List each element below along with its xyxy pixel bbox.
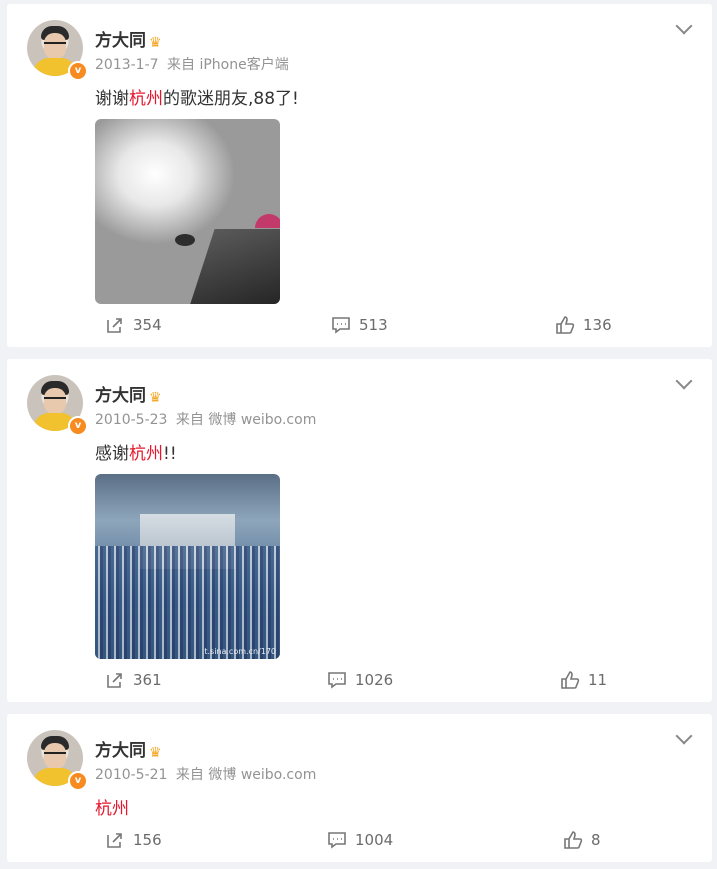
like-count: 11 <box>588 671 608 689</box>
repost-icon <box>107 833 122 848</box>
post-card: v 方大同 ♛ 2010-5-23 来自 微博 weibo.com 感谢杭州!! … <box>7 359 712 702</box>
like-icon <box>561 671 580 689</box>
post-source: 来自 微博 weibo.com <box>175 412 317 428</box>
post-meta: 2010-5-21 来自 微博 weibo.com <box>95 764 316 784</box>
post-actions: 354 513 136 <box>7 315 712 339</box>
post-source: 来自 微博 weibo.com <box>175 767 317 783</box>
repost-count: 156 <box>133 831 162 849</box>
repost-icon <box>107 673 122 688</box>
like-icon <box>564 831 583 849</box>
post-card: v 方大同 ♛ 2013-1-7 来自 iPhone客户端 谢谢杭州的歌迷朋友,8… <box>7 4 712 347</box>
post-text: 感谢杭州!! <box>95 444 177 464</box>
post-meta: 2010-5-23 来自 微博 weibo.com <box>95 409 316 429</box>
topic-link[interactable]: 杭州 <box>129 89 163 109</box>
post-text: 谢谢杭州的歌迷朋友,88了! <box>95 89 299 109</box>
like-count: 8 <box>591 831 601 849</box>
comment-button[interactable]: 513 <box>331 315 388 335</box>
verified-icon: v <box>68 416 88 436</box>
repost-count: 361 <box>133 671 162 689</box>
crown-icon: ♛ <box>149 35 162 51</box>
repost-button[interactable]: 361 <box>105 670 162 690</box>
verified-icon: v <box>68 771 88 791</box>
post-image[interactable]: t.sina.com.cn/170 <box>95 474 280 659</box>
chevron-down-icon[interactable] <box>675 17 693 35</box>
post-source: 来自 iPhone客户端 <box>167 57 289 73</box>
chevron-down-icon[interactable] <box>675 372 693 390</box>
like-button[interactable]: 8 <box>563 830 601 850</box>
comment-button[interactable]: 1004 <box>327 830 393 850</box>
comment-count: 1026 <box>355 671 394 689</box>
author-name[interactable]: 方大同 ♛ <box>95 381 162 406</box>
like-icon <box>556 316 575 334</box>
repost-icon <box>107 318 122 333</box>
post-actions: 156 1004 8 <box>7 830 712 854</box>
comment-icon <box>328 672 346 689</box>
author-name[interactable]: 方大同 ♛ <box>95 736 162 761</box>
repost-count: 354 <box>133 316 162 334</box>
topic-link[interactable]: 杭州 <box>129 444 163 464</box>
crown-icon: ♛ <box>149 390 162 406</box>
post-meta: 2013-1-7 来自 iPhone客户端 <box>95 54 289 74</box>
crown-icon: ♛ <box>149 745 162 761</box>
like-count: 136 <box>583 316 612 334</box>
comment-icon <box>332 317 350 334</box>
topic-link[interactable]: 杭州 <box>95 799 129 819</box>
post-date[interactable]: 2013-1-7 <box>95 57 159 73</box>
chevron-down-icon[interactable] <box>675 727 693 745</box>
comment-icon <box>328 832 346 849</box>
repost-button[interactable]: 354 <box>105 315 162 335</box>
post-image[interactable] <box>95 119 280 304</box>
like-button[interactable]: 11 <box>560 670 607 690</box>
post-card: v 方大同 ♛ 2010-5-21 来自 微博 weibo.com 杭州 156 … <box>7 714 712 862</box>
post-actions: 361 1026 11 <box>7 670 712 694</box>
author-name[interactable]: 方大同 ♛ <box>95 26 162 51</box>
comment-count: 1004 <box>355 831 394 849</box>
like-button[interactable]: 136 <box>555 315 612 335</box>
comment-count: 513 <box>359 316 388 334</box>
post-text: 杭州 <box>95 794 129 819</box>
image-watermark: t.sina.com.cn/170 <box>204 647 276 656</box>
post-date[interactable]: 2010-5-23 <box>95 412 167 428</box>
post-date[interactable]: 2010-5-21 <box>95 767 167 783</box>
comment-button[interactable]: 1026 <box>327 670 393 690</box>
repost-button[interactable]: 156 <box>105 830 162 850</box>
verified-icon: v <box>68 61 88 81</box>
